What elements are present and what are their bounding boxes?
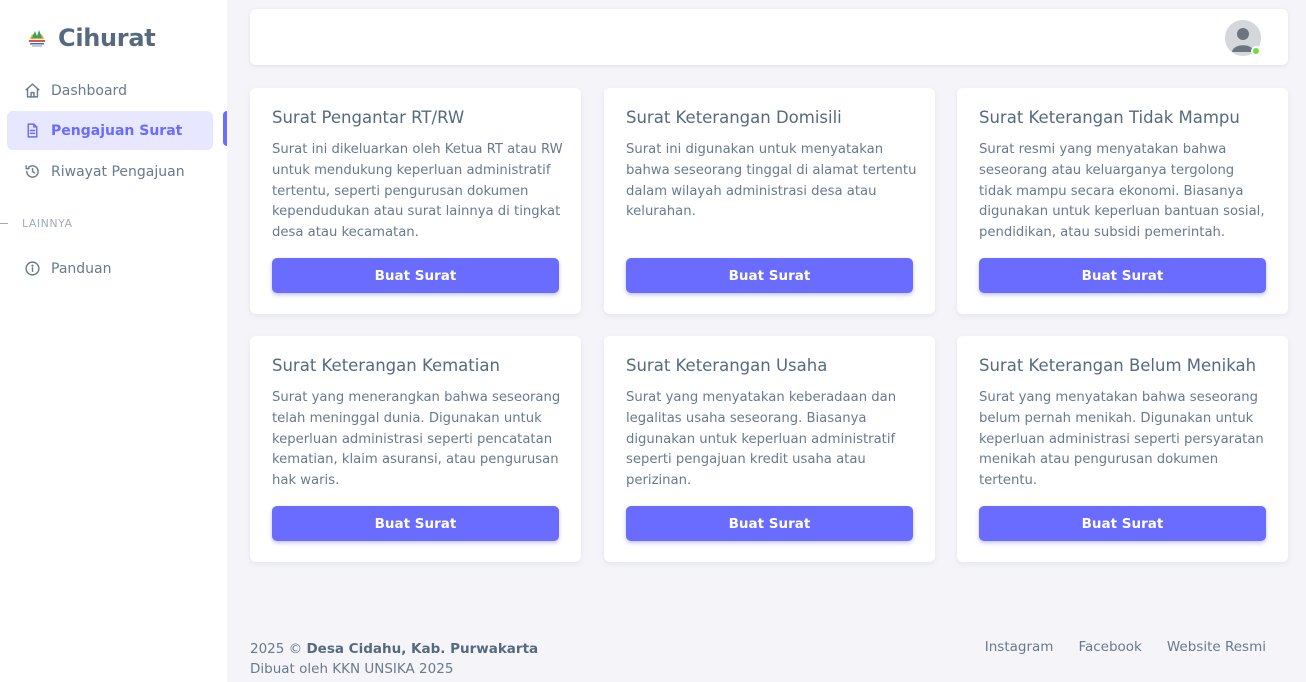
card-title: Surat Keterangan Kematian [272, 356, 500, 375]
card-title: Surat Keterangan Belum Menikah [979, 356, 1257, 375]
footer-link-facebook[interactable]: Facebook [1078, 639, 1141, 655]
top-navbar [250, 9, 1288, 65]
card-surat-kematian: Surat Keterangan Kematian Surat yang men… [250, 336, 581, 562]
buat-surat-button[interactable]: Buat Surat [626, 258, 913, 293]
section-divider [0, 223, 8, 224]
card-description: Surat ini digunakan untuk menyatakan bah… [626, 142, 917, 220]
buat-surat-button[interactable]: Buat Surat [979, 506, 1266, 541]
brand[interactable]: Cihurat [26, 24, 156, 52]
sidebar: Cihurat Dashboard Pengajuan Surat Riwaya… [0, 0, 227, 682]
sidebar-item-pengajuan-surat[interactable]: Pengajuan Surat [7, 111, 213, 150]
card-title: Surat Keterangan Tidak Mampu [979, 108, 1240, 127]
card-surat-usaha: Surat Keterangan Usaha Surat yang menyat… [604, 336, 935, 562]
footer-org: Desa Cidahu, Kab. Purwakarta [306, 641, 539, 657]
sidebar-item-riwayat-pengajuan[interactable]: Riwayat Pengajuan [7, 152, 213, 191]
card-title: Surat Keterangan Domisili [626, 108, 842, 127]
home-icon [23, 82, 41, 100]
sidebar-item-label: Pengajuan Surat [51, 122, 183, 139]
card-title: Surat Keterangan Usaha [626, 356, 828, 375]
file-text-icon [23, 122, 41, 140]
footer-year: 2025 © [250, 641, 303, 657]
card-description: Surat yang menyatakan keberadaan dan leg… [626, 390, 897, 489]
sidebar-item-label: Dashboard [51, 82, 127, 99]
card-description: Surat yang menerangkan bahwa seseorang t… [272, 390, 561, 489]
sidebar-item-label: Panduan [51, 260, 112, 277]
card-surat-tidak-mampu: Surat Keterangan Tidak Mampu Surat resmi… [957, 88, 1288, 314]
sidebar-item-dashboard[interactable]: Dashboard [7, 71, 213, 110]
card-description: Surat resmi yang menyatakan bahwa seseor… [979, 142, 1265, 241]
card-surat-belum-menikah: Surat Keterangan Belum Menikah Surat yan… [957, 336, 1288, 562]
card-description: Surat ini dikeluarkan oleh Ketua RT atau… [272, 142, 563, 241]
online-status-badge [1251, 46, 1261, 56]
card-surat-pengantar: Surat Pengantar RT/RW Surat ini dikeluar… [250, 88, 581, 314]
footer-links: Instagram Facebook Website Resmi [960, 639, 1266, 655]
active-indicator [223, 111, 227, 146]
footer-credit: Dibuat oleh KKN UNSIKA 2025 [250, 661, 454, 677]
footer-link-instagram[interactable]: Instagram [985, 639, 1054, 655]
buat-surat-button[interactable]: Buat Surat [626, 506, 913, 541]
section-header-label: LAINNYA [22, 217, 73, 230]
sidebar-item-panduan[interactable]: Panduan [7, 249, 213, 288]
footer-link-website[interactable]: Website Resmi [1167, 639, 1266, 655]
footer-copyright: 2025 © Desa Cidahu, Kab. Purwakarta Dibu… [250, 639, 538, 679]
card-description: Surat yang menyatakan bahwa seseorang be… [979, 390, 1264, 489]
village-logo-icon [26, 27, 48, 49]
buat-surat-button[interactable]: Buat Surat [272, 258, 559, 293]
sidebar-item-label: Riwayat Pengajuan [51, 163, 185, 180]
card-title: Surat Pengantar RT/RW [272, 108, 465, 127]
card-surat-domisili: Surat Keterangan Domisili Surat ini digu… [604, 88, 935, 314]
buat-surat-button[interactable]: Buat Surat [979, 258, 1266, 293]
info-circle-icon [23, 260, 41, 278]
buat-surat-button[interactable]: Buat Surat [272, 506, 559, 541]
history-icon [23, 163, 41, 181]
menu-section-header: LAINNYA [0, 217, 73, 230]
brand-name: Cihurat [58, 24, 156, 52]
